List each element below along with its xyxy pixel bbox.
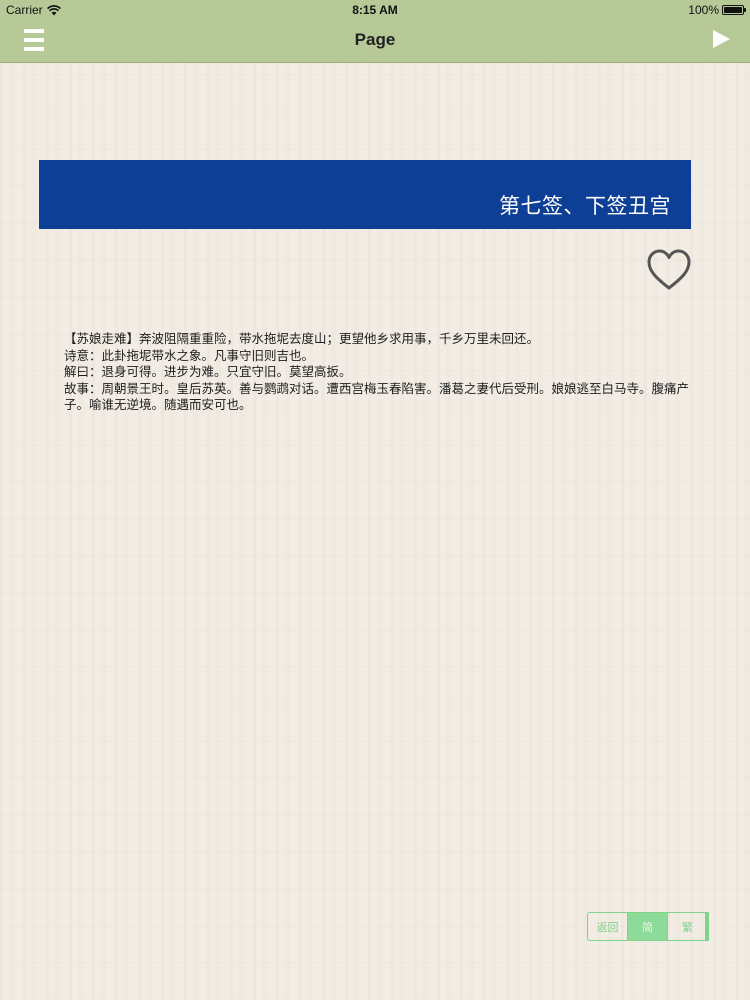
status-time: 8:15 AM — [352, 3, 398, 17]
top-bar: Carrier 8:15 AM 100% Page — [0, 0, 750, 63]
status-bar: Carrier 8:15 AM 100% — [0, 0, 750, 20]
fortune-title-banner: 第七签、下签丑宫 — [39, 160, 691, 229]
content-line-story: 故事：周朝景王时。皇后苏英。善与鹦鹉对话。遭西宫梅玉春陷害。潘葛之妻代后受刑。娘… — [64, 380, 690, 413]
segment-back[interactable]: 返回 — [588, 913, 628, 940]
fortune-title: 第七签、下签丑宫 — [499, 194, 671, 218]
segment-traditional[interactable]: 繁 — [668, 913, 707, 940]
content-line-interpretation: 解曰：退身可得。进步为难。只宜守旧。莫望高扳。 — [64, 364, 352, 379]
battery-icon — [722, 5, 746, 15]
nav-bar: Page — [0, 20, 750, 62]
language-segmented-control: 返回 简 繁 — [587, 912, 708, 941]
fortune-content: 【苏娘走难】奔波阻隔重重险，带水拖坭去度山；更望他乡求用事，千乡万里未回还。 诗… — [64, 331, 694, 414]
play-icon[interactable] — [713, 30, 730, 48]
battery: 100% — [688, 3, 746, 17]
segment-simplified[interactable]: 简 — [628, 913, 668, 940]
content-line-verse: 【苏娘走难】奔波阻隔重重险，带水拖坭去度山；更望他乡求用事，千乡万里未回还。 — [64, 331, 540, 346]
content-line-meaning: 诗意：此卦拖坭带水之象。凡事守旧则吉也。 — [64, 347, 315, 363]
heart-outline-icon[interactable] — [646, 248, 692, 292]
segment-edge-bar — [705, 912, 709, 941]
page-title: Page — [354, 30, 396, 49]
battery-percent: 100% — [688, 3, 719, 17]
